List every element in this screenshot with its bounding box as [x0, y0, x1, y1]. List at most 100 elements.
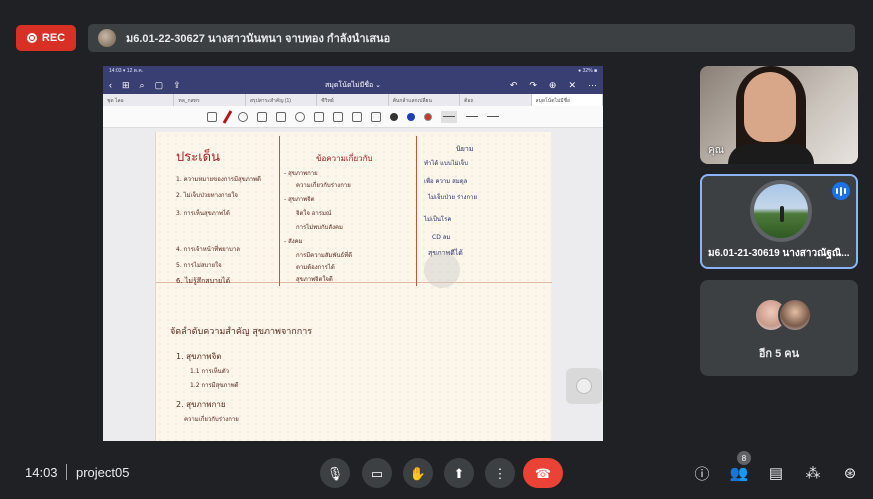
notes-tabs: ชุด ไลอ ทล_กสทร สรุปสาระสำคัญ (1) ซีวิทย…: [103, 94, 603, 106]
heading-mid: ข้อความเกี่ยวกับ: [316, 154, 373, 163]
note-line: ทำได้ แบบไม่เจ็บ: [424, 160, 468, 167]
tablet-status-bar: 14:03 ▾ 12 ต.ค. ● 32% ■: [103, 66, 603, 76]
image-icon: [314, 111, 324, 122]
note-line: การมีความสัมพันธ์ที่ดี: [296, 252, 353, 259]
note-line: ตามต้องการได้: [296, 264, 335, 271]
top-bar: REC ม6.01-22-30627 นางสาวนันทนา จาบทอง ก…: [0, 0, 873, 58]
people-icon: 👥: [729, 465, 749, 482]
notes-tab: สรุปสาระสำคัญ (1): [246, 94, 318, 106]
note-line: 1. ความหมายของการมีสุขภาพดี: [176, 176, 261, 183]
note-line: 6. ไม่รู้สึกสบายได้: [176, 277, 231, 285]
note-line: 4. การเจ้าหน้าที่พยาบาล: [176, 246, 240, 253]
people-button[interactable]: 👥: [728, 462, 750, 484]
others-label: อีก 5 คน: [758, 348, 800, 360]
raise-hand-button[interactable]: ✋: [403, 458, 433, 488]
note-line: ไม่เป็นโรค: [424, 216, 452, 223]
record-icon: [26, 33, 37, 43]
column-divider: [279, 136, 280, 286]
camera-button[interactable]: ▭: [362, 458, 392, 488]
notes-tab: ซีวิทย์: [317, 94, 389, 106]
note-line: - สุขภาพกาย: [284, 170, 318, 177]
page-icon: [207, 111, 217, 122]
hand-icon: ✋: [409, 465, 427, 481]
camera-icon: ▭: [370, 465, 384, 481]
note-line: ความเกี่ยวกับร่างกาย: [296, 182, 351, 189]
mic-button[interactable]: 🎙: [320, 458, 350, 488]
present-button[interactable]: ⬆: [444, 458, 474, 488]
self-video-shirt: [728, 144, 814, 164]
note-line: การไม่พบกับสังคม: [296, 224, 343, 231]
camera-icon: [333, 111, 343, 122]
red-swatch: [424, 112, 432, 121]
tablet-status-time: 14:03 ▾ 12 ต.ค.: [109, 68, 144, 74]
notes-tab: ชุด ไลอ: [103, 94, 175, 106]
note-line: 1.2 การมีสุขภาพดี: [190, 382, 239, 389]
meeting-code: project05: [76, 465, 130, 480]
note-line: เพื่อ ความ สมดุล: [424, 178, 468, 185]
note-line: 1.1 การเห็นตัว: [190, 368, 230, 375]
more-vert-icon: ⋮: [493, 465, 507, 481]
note-line: ความเกี่ยวกับร่างกาย: [184, 416, 239, 423]
note-line: - สุขภาพจิต: [284, 196, 315, 203]
notes-app-toolbar: ‹ ⊞ ⌕ ▢ ⇪ สมุดโน้ตไม่มีชื่อ ⌄ ↶ ↷ ⊕ ✕ ⋯: [103, 76, 603, 94]
shapes-icon: [276, 111, 286, 122]
meet-window: REC ม6.01-22-30627 นางสาวนันทนา จาบทอง ก…: [0, 0, 873, 499]
presenter-text: ม6.01-22-30627 นางสาวนันทนา จาบทอง กำลัง…: [126, 33, 391, 45]
lasso-icon: [295, 111, 305, 122]
thin-line-icon: [441, 110, 457, 123]
touch-indicator: [424, 252, 460, 288]
drawing-tools: [103, 106, 603, 128]
self-tile[interactable]: คุณ: [700, 66, 858, 164]
doc-title: สมุดโน้ตไม่มีชื่อ ⌄: [324, 81, 382, 89]
clock: 14:03: [25, 465, 58, 480]
lower-title: จัดลำดับความสำคัญ สุขภาพจากการ: [170, 327, 313, 337]
assistive-touch-button[interactable]: [566, 368, 602, 404]
others-tile[interactable]: อีก 5 คน: [700, 280, 858, 376]
note-line: สุขภาพจิตใจดี: [296, 276, 333, 283]
mic-icon: 🎙: [326, 465, 344, 481]
column-divider: [416, 136, 417, 286]
present-icon: ⬆: [453, 465, 465, 481]
note-line: 3. การเห็นสุขภาพได้: [176, 210, 230, 217]
thick-line-icon: [487, 116, 499, 117]
recording-indicator: REC: [16, 25, 76, 51]
host-controls-button[interactable]: ⊛: [839, 462, 861, 484]
text-icon: [352, 111, 362, 122]
participant-avatar: [778, 298, 812, 332]
meeting-info-button[interactable]: ⓘ: [691, 462, 713, 484]
speaker-tile[interactable]: ม6.01-21-30619 นางสาวณัฐณิ...: [700, 174, 858, 269]
note-line: จิตใจ อารมณ์: [296, 210, 332, 217]
tablet-battery: ● 32% ■: [578, 68, 597, 74]
self-video-face: [744, 72, 796, 142]
medium-line-icon: [466, 116, 478, 117]
participants-badge: 8: [737, 451, 751, 465]
note-line: ไม่เจ็บป่วย ร่างกาย: [428, 194, 477, 201]
activities-button[interactable]: ⁂: [802, 462, 824, 484]
note-line: - สังคม: [284, 238, 303, 245]
note-line: 1. สุขภาพจิต: [176, 352, 222, 361]
blue-swatch: [407, 112, 415, 121]
notes-tab: ทล_กสทร: [174, 94, 246, 106]
note-line: 2. ไม่เจ็บป่วยทางกายใจ: [176, 192, 238, 199]
pen-icon: [222, 109, 233, 124]
notes-paper: ประเด็น 1. ความหมายของการมีสุขภาพดี 2. ไ…: [155, 132, 552, 441]
speaker-name: ม6.01-21-30619 นางสาวณัฐณิ...: [708, 248, 850, 259]
note-line: 5. การไม่สบายใจ: [176, 262, 222, 269]
presenter-avatar: [98, 29, 116, 47]
more-options-button[interactable]: ⋮: [485, 458, 515, 488]
note-line: CD ลม: [432, 234, 451, 241]
presenter-banner: ม6.01-22-30627 นางสาวนันทนา จาบทอง กำลัง…: [88, 24, 855, 52]
end-call-icon: ☎: [534, 465, 552, 481]
lock-icon: ⊛: [843, 465, 857, 482]
self-name: คุณ: [708, 145, 724, 156]
leave-call-button[interactable]: ☎: [523, 458, 563, 488]
notes-page-area: ประเด็น 1. ความหมายของการมีสุขภาพดี 2. ไ…: [103, 128, 603, 441]
shared-screen: 14:03 ▾ 12 ต.ค. ● 32% ■ ‹ ⊞ ⌕ ▢ ⇪ สมุดโน…: [103, 66, 603, 441]
activities-icon: ⁂: [805, 465, 821, 482]
highlighter-icon: [257, 111, 267, 122]
notes-tab: ต้อถ: [460, 94, 532, 106]
chat-button[interactable]: ▤: [765, 462, 787, 484]
heading-right: นิยาม: [456, 145, 474, 153]
speaker-avatar: [750, 180, 812, 242]
divider: [66, 464, 67, 480]
